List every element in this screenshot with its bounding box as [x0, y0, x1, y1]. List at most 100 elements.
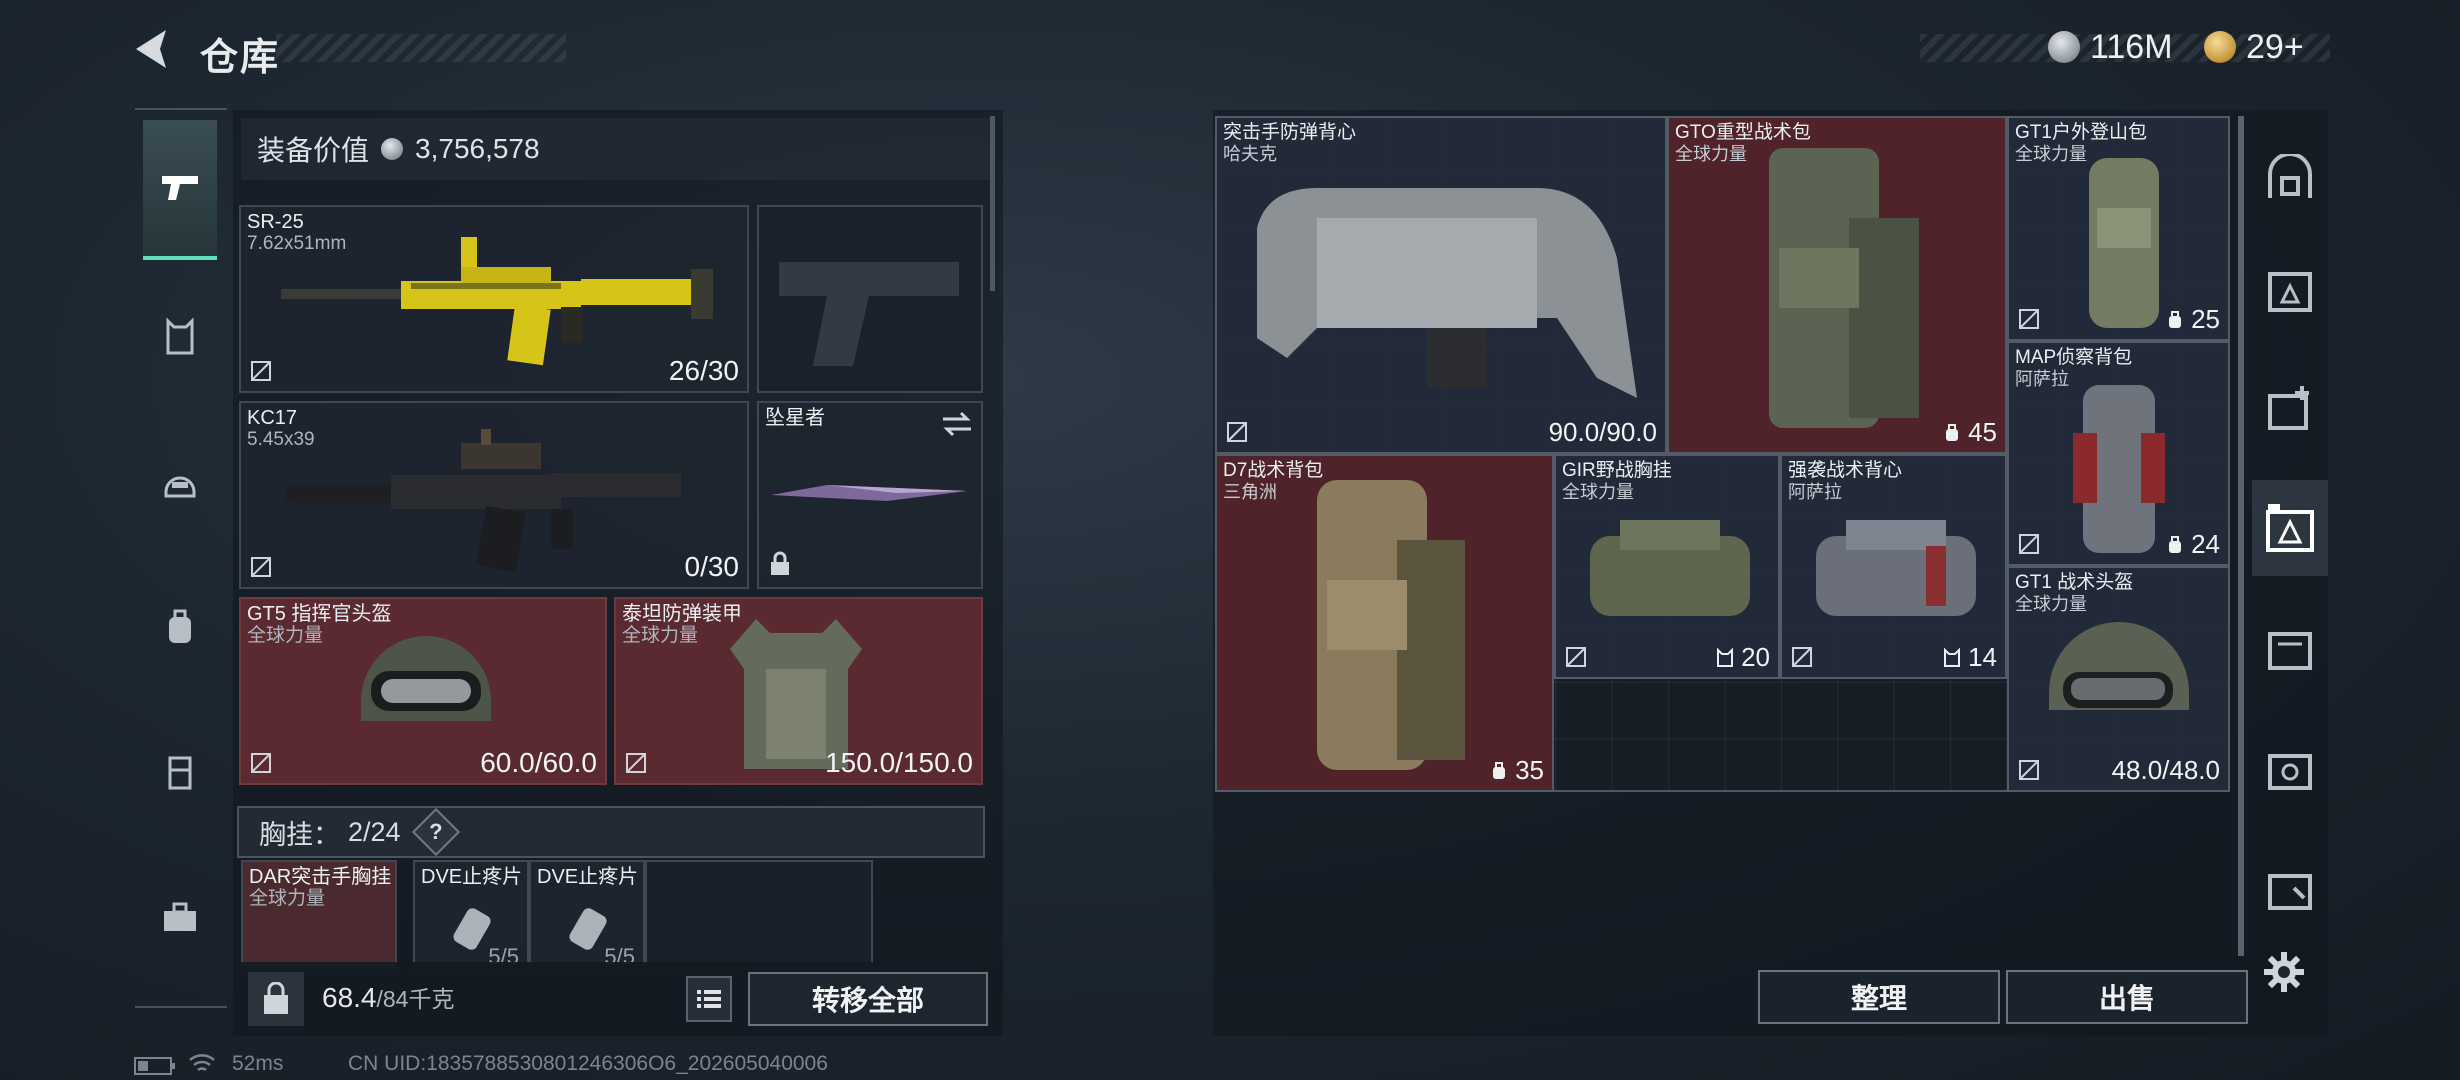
gold-currency[interactable]: 29+ [2204, 26, 2304, 68]
not-insured-icon [251, 753, 271, 773]
armor-name: 泰坦防弹装甲 [622, 603, 742, 625]
gold-amount: 29+ [2246, 27, 2304, 66]
help-icon[interactable]: ? [411, 807, 460, 857]
nav-rig[interactable] [143, 735, 217, 809]
backpack-capacity-icon [2169, 535, 2182, 553]
safe-box-icon [2268, 154, 2312, 198]
rig-item-painkiller[interactable]: DVE止疼片 5/5 [529, 860, 645, 970]
item-brand: 全球力量 [2015, 144, 2087, 164]
equipment-scrollbar[interactable] [990, 116, 995, 291]
storage-5-icon [2268, 754, 2312, 790]
weight-lock-icon [264, 982, 288, 1014]
title-stripe [276, 34, 566, 62]
swap-icon[interactable] [941, 411, 973, 437]
backpack-capacity-icon [2169, 310, 2182, 328]
item-brand: 三角洲 [1223, 482, 1277, 502]
storage-scrollbar[interactable] [2238, 116, 2244, 956]
chest-rig-label: 胸挂： [259, 819, 340, 850]
backpack-capacity-icon [1946, 423, 1959, 441]
tab-safe-box[interactable] [2252, 130, 2328, 226]
rig-empty-slot[interactable] [645, 860, 873, 970]
storage-item-d7-pack[interactable]: D7战术背包 三角洲 35 [1215, 454, 1554, 792]
kg-lock-button[interactable] [248, 972, 304, 1026]
storage-4-b-icon [2268, 874, 2312, 910]
tab-storage-4-b[interactable] [2252, 840, 2328, 936]
item-brand: 全球力量 [1675, 144, 1747, 164]
storage-item-vest[interactable]: 突击手防弹背心 哈夫克 90.0/90.0 [1215, 116, 1667, 454]
equipment-value-label: 装备价值 [257, 135, 370, 166]
nav-backpack[interactable] [143, 590, 217, 664]
nav-toolbox[interactable] [143, 880, 217, 954]
sell-button[interactable]: 出售 [2006, 970, 2248, 1024]
storage-item-map-pack[interactable]: MAP侦察背包 阿萨拉 24 [2007, 341, 2230, 566]
not-insured-icon [2019, 309, 2039, 329]
item-value: 14 [1968, 642, 1997, 672]
not-insured-icon [2019, 534, 2039, 554]
tab-storage-5[interactable] [2252, 720, 2328, 816]
melee-slot[interactable]: 坠星者 [757, 401, 983, 589]
item-capacity: 45 [1942, 417, 1997, 448]
left-nav [135, 108, 227, 1008]
nav-helmet[interactable] [143, 445, 217, 519]
pistol-placeholder-icon [779, 262, 959, 366]
help-mark: ? [428, 818, 443, 844]
rig-item-painkiller[interactable]: DVE止疼片 5/5 [413, 860, 529, 970]
tab-storage-4[interactable] [2252, 600, 2328, 696]
storage-item-gt1-pack[interactable]: GT1户外登山包 全球力量 25 [2007, 116, 2230, 341]
tab-storage-4-plus[interactable] [2252, 360, 2328, 456]
nav-vest[interactable] [143, 300, 217, 374]
scout-backpack-icon [2073, 385, 2165, 553]
kc17-rifle-icon [285, 429, 681, 573]
silver-coin-icon [2048, 31, 2080, 63]
painkiller-icon [569, 908, 607, 950]
helmet-slot[interactable]: GT5 指挥官头盔 全球力量 60.0/60.0 [239, 597, 607, 785]
hiking-backpack-icon [2089, 158, 2159, 328]
pistol-slot[interactable] [757, 205, 983, 393]
gold-coin-icon [2204, 31, 2236, 63]
secondary-weapon-slot[interactable]: KC17 5.45x39 0/30 [239, 401, 749, 589]
back-arrow-icon[interactable] [130, 26, 176, 72]
storage-item-assault-vest[interactable]: 强袭战术背心 阿萨拉 14 [1780, 454, 2007, 679]
item-brand: 全球力量 [1562, 482, 1634, 502]
storage-item-gto-pack[interactable]: GTO重型战术包 全球力量 45 [1667, 116, 2007, 454]
tab-storage-active[interactable] [2252, 480, 2328, 576]
wifi-icon [189, 1054, 215, 1072]
lock-icon [771, 551, 789, 575]
sort-button[interactable]: 整理 [1758, 970, 2000, 1024]
not-insured-icon [626, 753, 646, 773]
rig-item-chest[interactable]: DAR突击手胸挂 全球力量 [241, 860, 397, 970]
tab-storage-1[interactable] [2252, 242, 2328, 338]
list-view-button[interactable] [686, 976, 732, 1022]
melee-name: 坠星者 [765, 407, 825, 429]
chest-rig-count: 2/24 [348, 816, 401, 847]
storage-item-gt1-helmet[interactable]: GT1 战术头盔 全球力量 48.0/48.0 [2007, 566, 2230, 792]
nav-weapons[interactable] [143, 120, 217, 260]
primary-weapon-slot[interactable]: SR-25 7.62x51mm 26/30 [239, 205, 749, 393]
equipment-value: 3,756,578 [415, 133, 540, 164]
rig-item-name: DVE止疼片 [537, 866, 639, 888]
weight-current: 68.4 [322, 982, 377, 1013]
armor-slot[interactable]: 泰坦防弹装甲 全球力量 150.0/150.0 [614, 597, 983, 785]
gear-icon[interactable] [2262, 950, 2306, 994]
weight-max: /84千克 [376, 986, 455, 1012]
not-insured-icon [251, 361, 271, 381]
silver-currency[interactable]: 116M [2048, 26, 2173, 68]
rig-item-brand: 全球力量 [249, 888, 326, 909]
storage-4-plus-icon [2268, 386, 2309, 430]
item-value: 90.0/90.0 [1548, 417, 1657, 447]
item-value: 24 [2191, 529, 2220, 559]
assault-vest-icon [1816, 520, 1976, 616]
backpack-capacity-icon [1493, 761, 1506, 779]
item-capacity: 24 [2165, 529, 2220, 560]
weapon-ammo: 26/30 [668, 355, 739, 386]
knife-icon [771, 485, 967, 501]
storage-tabs [2252, 110, 2328, 970]
page-title: 仓库 [200, 37, 281, 79]
item-value: 45 [1968, 417, 1997, 447]
list-icon [697, 990, 721, 1008]
vest-icon [166, 317, 194, 355]
item-brand: 阿萨拉 [2015, 369, 2069, 389]
transfer-all-button[interactable]: 转移全部 [748, 972, 988, 1026]
storage-item-gir-rig[interactable]: GIR野战胸挂 全球力量 20 [1554, 454, 1780, 679]
storage-1-icon [2268, 272, 2312, 312]
